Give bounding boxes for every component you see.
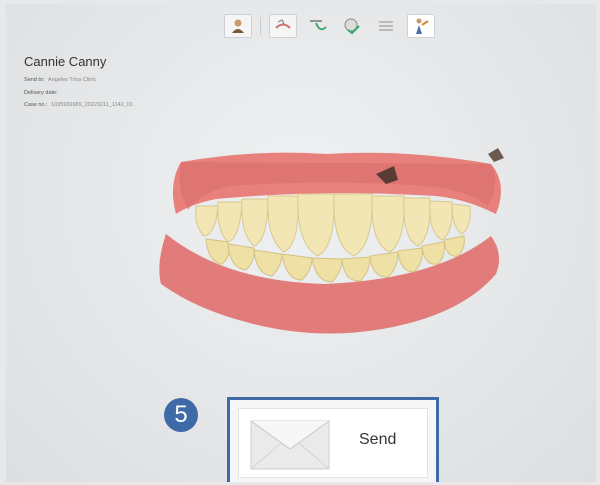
case-number-row: Case no.: 1035939989_20220211_1142_01 bbox=[24, 102, 133, 108]
send-step-icon[interactable] bbox=[407, 14, 435, 38]
delivery-date-row: Delivery date: bbox=[24, 90, 60, 96]
case-number-value: 1035939989_20220211_1142_01 bbox=[51, 102, 133, 108]
send-label: Send bbox=[359, 431, 397, 448]
scan-fragment bbox=[488, 148, 504, 162]
patient-name: Cannie Canny bbox=[24, 54, 107, 69]
send-to-label: Send to: bbox=[24, 77, 45, 83]
delivery-date-label: Delivery date: bbox=[24, 90, 58, 96]
send-to-row: Send to: Angeles Trios Clinic bbox=[24, 77, 96, 83]
trim-icon[interactable] bbox=[305, 15, 331, 37]
app-window: Cannie Canny Send to: Angeles Trios Clin… bbox=[6, 4, 596, 482]
send-button[interactable]: Send bbox=[227, 397, 439, 482]
toolbar bbox=[224, 14, 443, 38]
analysis-icon[interactable] bbox=[339, 15, 365, 37]
toolbar-separator bbox=[260, 17, 261, 35]
scan-icon[interactable] bbox=[269, 14, 297, 38]
envelope-icon bbox=[250, 420, 330, 470]
patient-icon[interactable] bbox=[224, 14, 252, 38]
case-number-label: Case no.: bbox=[24, 102, 48, 108]
step-badge: 5 bbox=[164, 398, 198, 432]
dental-scan-model[interactable] bbox=[136, 144, 516, 349]
send-button-body[interactable]: Send bbox=[238, 408, 428, 478]
layers-icon[interactable] bbox=[373, 15, 399, 37]
send-to-value: Angeles Trios Clinic bbox=[48, 77, 97, 83]
